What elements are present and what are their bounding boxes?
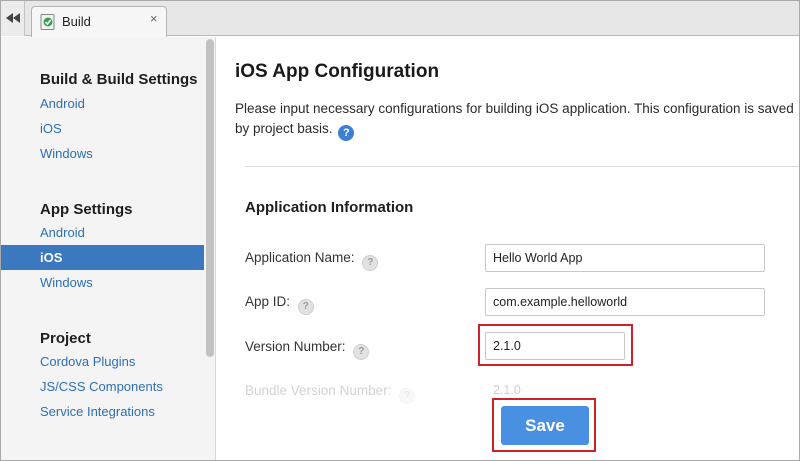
app-id-input[interactable] (485, 288, 765, 316)
build-doc-icon (40, 14, 55, 30)
page-description: Please input necessary configurations fo… (235, 99, 795, 141)
application-name-label: Application Name: ? (245, 250, 379, 271)
sidebar-item-app-windows[interactable]: Windows (1, 270, 204, 295)
sidebar-heading-project: Project (40, 330, 91, 347)
app-window: Build × Build & Build Settings Android i… (0, 0, 800, 461)
save-highlight-box (492, 398, 596, 452)
tab-build[interactable]: Build × (31, 6, 167, 37)
application-name-input[interactable] (485, 244, 765, 272)
help-icon[interactable]: ? (399, 388, 416, 404)
collapse-panel-button[interactable] (1, 1, 25, 36)
version-highlight-box (478, 324, 633, 366)
section-title: Application Information (245, 199, 414, 216)
sidebar: Build & Build Settings Android iOS Windo… (1, 37, 216, 460)
app-id-label: App ID: ? (245, 294, 314, 315)
sidebar-item-build-ios[interactable]: iOS (1, 116, 204, 141)
sidebar-item-cordova-plugins[interactable]: Cordova Plugins (1, 349, 204, 374)
sidebar-item-build-android[interactable]: Android (1, 91, 204, 116)
sidebar-item-service-integrations[interactable]: Service Integrations (1, 399, 204, 424)
sidebar-heading-app-settings: App Settings (40, 201, 133, 218)
sidebar-scrollbar[interactable] (206, 39, 214, 357)
description-text: Please input necessary configurations fo… (235, 101, 794, 136)
double-left-arrow-icon (6, 13, 20, 23)
version-number-label-text: Version Number: (245, 339, 346, 354)
bundle-version-label: Bundle Version Number: ? (245, 383, 416, 404)
help-icon[interactable]: ? (353, 344, 370, 360)
main-content: iOS App Configuration Please input neces… (216, 37, 799, 460)
page-title: iOS App Configuration (235, 61, 440, 82)
version-number-label: Version Number: ? (245, 339, 370, 360)
tab-label: Build (62, 14, 91, 29)
sidebar-item-build-windows[interactable]: Windows (1, 141, 204, 166)
sidebar-item-app-android[interactable]: Android (1, 220, 204, 245)
help-icon[interactable]: ? (338, 125, 355, 141)
sidebar-item-js-css-components[interactable]: JS/CSS Components (1, 374, 204, 399)
divider (245, 166, 799, 167)
help-icon[interactable]: ? (362, 255, 379, 271)
bundle-version-value: 2.1.0 (493, 383, 521, 397)
sidebar-heading-build: Build & Build Settings (40, 71, 198, 88)
application-name-label-text: Application Name: (245, 250, 355, 265)
close-icon[interactable]: × (150, 11, 158, 26)
tab-bar: Build × (1, 1, 799, 37)
app-id-label-text: App ID: (245, 294, 291, 309)
sidebar-item-app-ios[interactable]: iOS (1, 245, 204, 270)
help-icon[interactable]: ? (297, 299, 314, 315)
bundle-version-label-text: Bundle Version Number: (245, 383, 392, 398)
